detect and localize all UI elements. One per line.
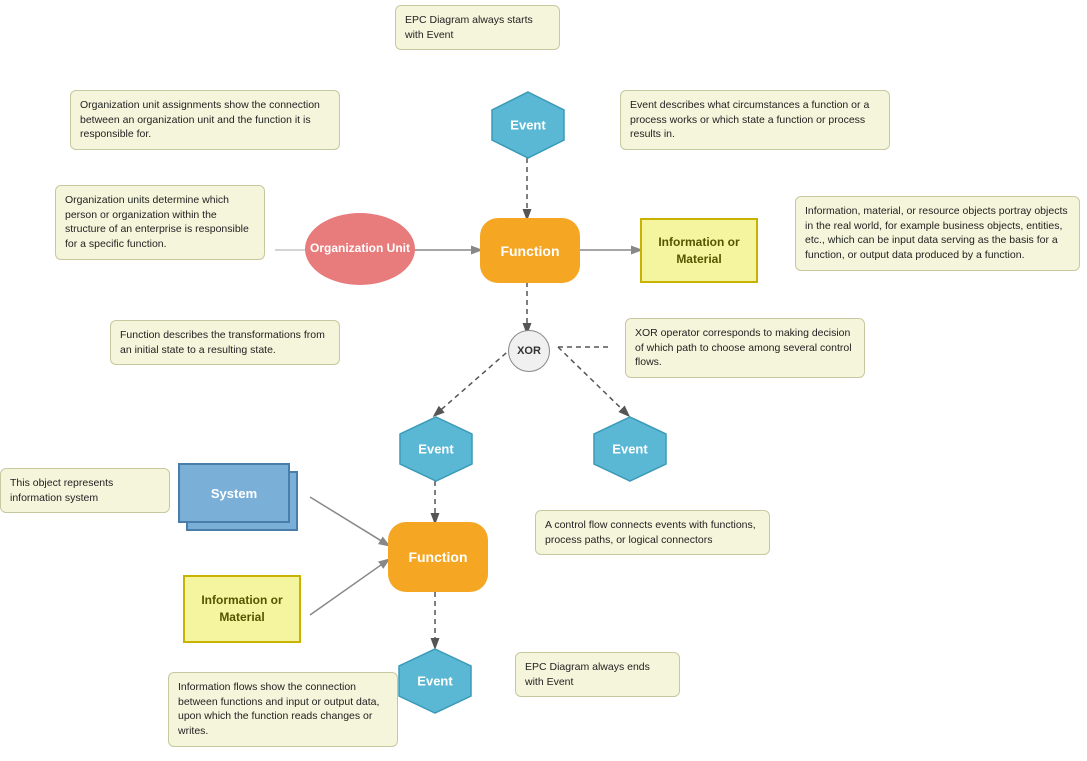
event-mid-right-shape: Event [590,415,670,483]
func-bottom-shape: Function [388,522,488,592]
info-mat-bottom-shape: Information or Material [183,575,301,643]
callout-control-flow: A control flow connects events with func… [535,510,770,555]
callout-info-mat-desc: Information, material, or resource objec… [795,196,1080,271]
callout-org-assign: Organization unit assignments show the c… [70,90,340,150]
svg-text:Event: Event [417,673,453,688]
callout-sys-desc: This object represents information syste… [0,468,170,513]
event-bottom-shape: Event [395,647,475,715]
callout-org-units: Organization units determine which perso… [55,185,265,260]
callout-xor-desc: XOR operator corresponds to making decis… [625,318,865,378]
callout-epc-start: EPC Diagram always starts with Event [395,5,560,50]
func-top-shape: Function [480,218,580,283]
xor-shape: XOR [508,330,550,372]
system-outer: System [178,463,298,531]
org-unit-shape: Organization Unit [305,213,415,285]
callout-func-desc: Function describes the transformations f… [110,320,340,365]
callout-event-desc: Event describes what circumstances a fun… [620,90,890,150]
event-mid-left-shape: Event [396,415,476,483]
info-mat-top-shape: Information or Material [640,218,758,283]
event-top-shape: Event [488,90,568,160]
callout-info-flow: Information flows show the connection be… [168,672,398,747]
svg-text:Event: Event [510,117,546,132]
diagram-container: EPC Diagram always starts with Event Org… [0,0,1087,761]
svg-text:Event: Event [612,441,648,456]
svg-text:Event: Event [418,441,454,456]
callout-epc-end: EPC Diagram always ends with Event [515,652,680,697]
